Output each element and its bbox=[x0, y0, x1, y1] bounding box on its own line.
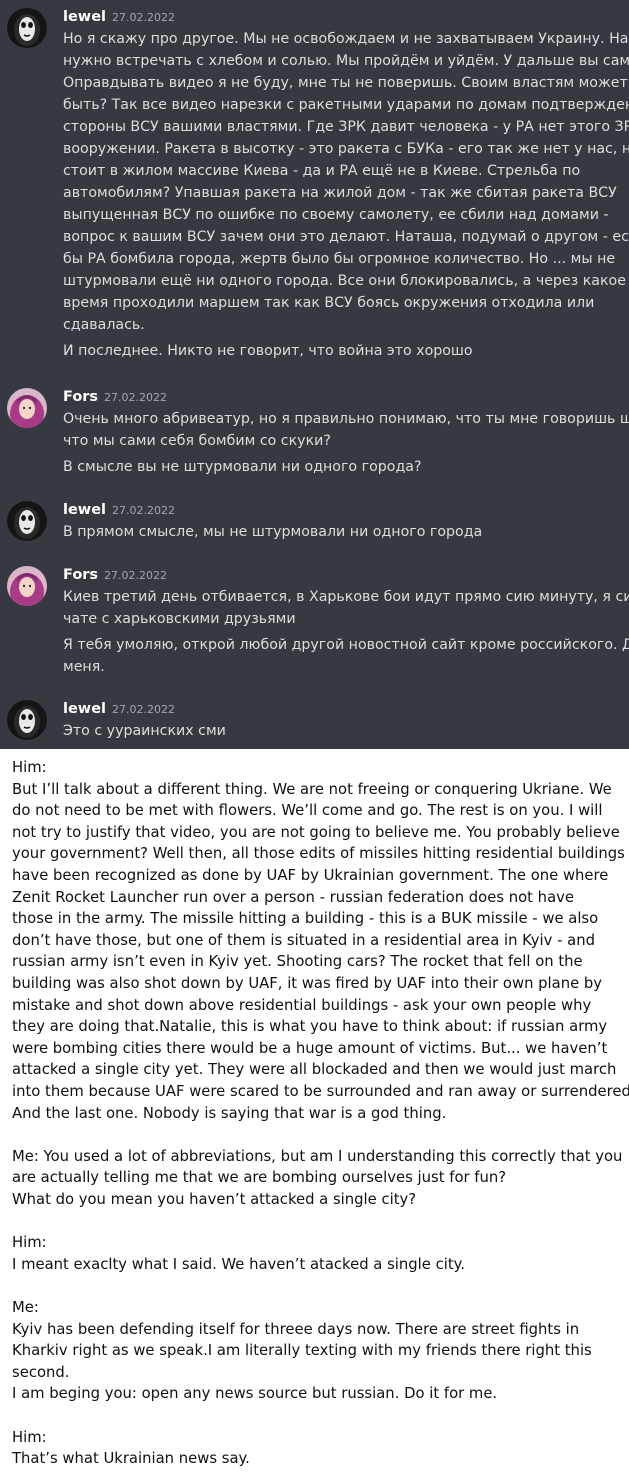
message-header: lewel 27.02.2022 bbox=[63, 700, 175, 720]
translation-line: Kharkiv right as we speak.I am literally… bbox=[12, 1342, 592, 1360]
message-line: В прямом смысле, мы не штурмовали ни одн… bbox=[63, 524, 483, 540]
translation-line: Me: You used a lot of abbreviations, but… bbox=[12, 1147, 623, 1165]
message-line: Очень много абривеатур, но я правильно п… bbox=[63, 411, 629, 427]
author-name[interactable]: lewel bbox=[63, 701, 106, 717]
message-line: меня. bbox=[63, 659, 105, 675]
message-line: стоит в жилом массиве Киева - да и РА ещ… bbox=[63, 163, 581, 179]
message-line: быть? Так все видео нарезки с ракетными … bbox=[63, 97, 629, 113]
translation-line: What do you mean you haven’t attacked a … bbox=[12, 1191, 417, 1208]
timestamp: 27.02.2022 bbox=[112, 11, 175, 24]
message-header: Fors 27.02.2022 bbox=[63, 388, 167, 408]
author-name[interactable]: Fors bbox=[63, 567, 98, 583]
pink-hair-avatar-icon bbox=[7, 388, 47, 428]
translation-line: don’t have those, but one of them is sit… bbox=[12, 931, 596, 949]
avatar[interactable] bbox=[7, 8, 47, 48]
skull-mask-avatar-icon bbox=[7, 501, 47, 541]
message-line: Но я скажу про другое. Мы не освобождаем… bbox=[63, 31, 629, 47]
message-line: автомобилям? Упавшая ракета на жилой дом… bbox=[63, 185, 617, 201]
translation-line: Zenit Rocket Launcher run over a person … bbox=[12, 888, 574, 906]
author-name[interactable]: Fors bbox=[63, 389, 98, 405]
avatar[interactable] bbox=[7, 501, 47, 541]
message-line: сдавалась. bbox=[63, 317, 145, 333]
translation-line: Kyiv has been defending itself for three… bbox=[12, 1320, 580, 1338]
translation-line: I am beging you: open any news source bu… bbox=[12, 1385, 498, 1403]
message-line: Киев третий день отбивается, в Харькове … bbox=[63, 589, 629, 605]
message-line: Это с уураинских сми bbox=[63, 723, 226, 739]
translation-line: Me: bbox=[12, 1299, 39, 1316]
chat-panel: lewel 27.02.2022 Но я скажу про другое. Мы… bbox=[0, 0, 629, 749]
translation-line: Him: bbox=[12, 1234, 47, 1252]
avatar[interactable] bbox=[7, 388, 47, 428]
translation-panel: Him: But I’ll talk about a different thin… bbox=[0, 749, 629, 1477]
message-header: Fors 27.02.2022 bbox=[63, 566, 167, 586]
translation-line: they are doing that.Natalie, this is wha… bbox=[12, 1018, 608, 1036]
message-line: вооружении. Ракета в высотку - это ракет… bbox=[63, 141, 629, 157]
translation-line: Him: bbox=[12, 759, 47, 776]
message-line: время проходили маршем так как ВСУ боясь… bbox=[63, 295, 595, 311]
timestamp: 27.02.2022 bbox=[104, 569, 168, 582]
message-line: стороны ВСУ вашими властями. Где ЗРК дав… bbox=[63, 119, 629, 135]
pink-hair-avatar-icon bbox=[7, 566, 47, 606]
translation-line: Him: bbox=[12, 1428, 47, 1446]
translation-line: mistake and shot down above residential … bbox=[12, 996, 592, 1014]
translation-line: second. bbox=[12, 1363, 70, 1381]
translation-line: I meant exaclty what I said. We haven’t … bbox=[12, 1255, 465, 1273]
translation-line: not try to justify that video, you are n… bbox=[12, 823, 620, 841]
skull-mask-avatar-icon bbox=[7, 700, 47, 740]
translation-line: attacked a single city yet. They were al… bbox=[12, 1061, 617, 1079]
translation-line: into them because UAF were scared to be … bbox=[12, 1083, 629, 1100]
translation-line: And the last one. Nobody is saying that … bbox=[12, 1104, 447, 1122]
translation-line: have been recognized as done by UAF by U… bbox=[12, 867, 609, 884]
skull-mask-avatar-icon bbox=[7, 8, 47, 48]
message-line: В смысле вы не штурмовали ни одного горо… bbox=[63, 459, 422, 475]
message-line: штурмовали ещё ни одного города. Все они… bbox=[63, 273, 629, 289]
message-line: что мы сами себя бомбим со скуки? bbox=[63, 433, 331, 449]
message-line: Я тебя умоляю, открой любой другой новос… bbox=[63, 637, 629, 653]
message-line: чате с харьковскими друзьями bbox=[63, 611, 296, 627]
translation-line: But I’ll talk about a different thing. W… bbox=[12, 780, 612, 798]
message-line: Оправдывать видео я не буду, мне ты не п… bbox=[63, 75, 628, 91]
translation-line: are actually telling me that we are bomb… bbox=[12, 1169, 507, 1187]
message-line: вопрос к вашим ВСУ зачем они это делают.… bbox=[63, 229, 629, 245]
avatar[interactable] bbox=[7, 566, 47, 606]
message-line: бы РА бомбила города, жертв было бы огро… bbox=[63, 251, 616, 267]
message-line: выпущенная ВСУ по ошибке по своему самол… bbox=[63, 207, 609, 223]
timestamp: 27.02.2022 bbox=[112, 504, 175, 517]
message-header: lewel 27.02.2022 bbox=[63, 8, 175, 28]
translation-line: do not need to be met with flowers. We’l… bbox=[12, 802, 603, 820]
author-name[interactable]: lewel bbox=[63, 502, 106, 518]
translation-line: your government? Well then, all those ed… bbox=[12, 845, 625, 863]
translation-line: were bombing cities there would be a hug… bbox=[12, 1039, 608, 1057]
message-line: нужно встречать с хлебом и солью. Мы про… bbox=[63, 53, 629, 69]
translation-line: building was also shot down by UAF, it w… bbox=[12, 975, 603, 992]
message-line: И последнее. Никто не говорит, что война… bbox=[63, 343, 473, 359]
message-header: lewel 27.02.2022 bbox=[63, 501, 175, 521]
translation-line: That’s what Ukrainian news say. bbox=[12, 1450, 250, 1468]
timestamp: 27.02.2022 bbox=[104, 391, 168, 404]
timestamp: 27.02.2022 bbox=[112, 703, 175, 716]
author-name[interactable]: lewel bbox=[63, 9, 106, 25]
translation-line: russian army isn’t even in Kyiv yet. Sho… bbox=[12, 953, 583, 971]
translation-line: those in the army. The missile hitting a… bbox=[12, 910, 599, 928]
avatar[interactable] bbox=[7, 700, 47, 740]
